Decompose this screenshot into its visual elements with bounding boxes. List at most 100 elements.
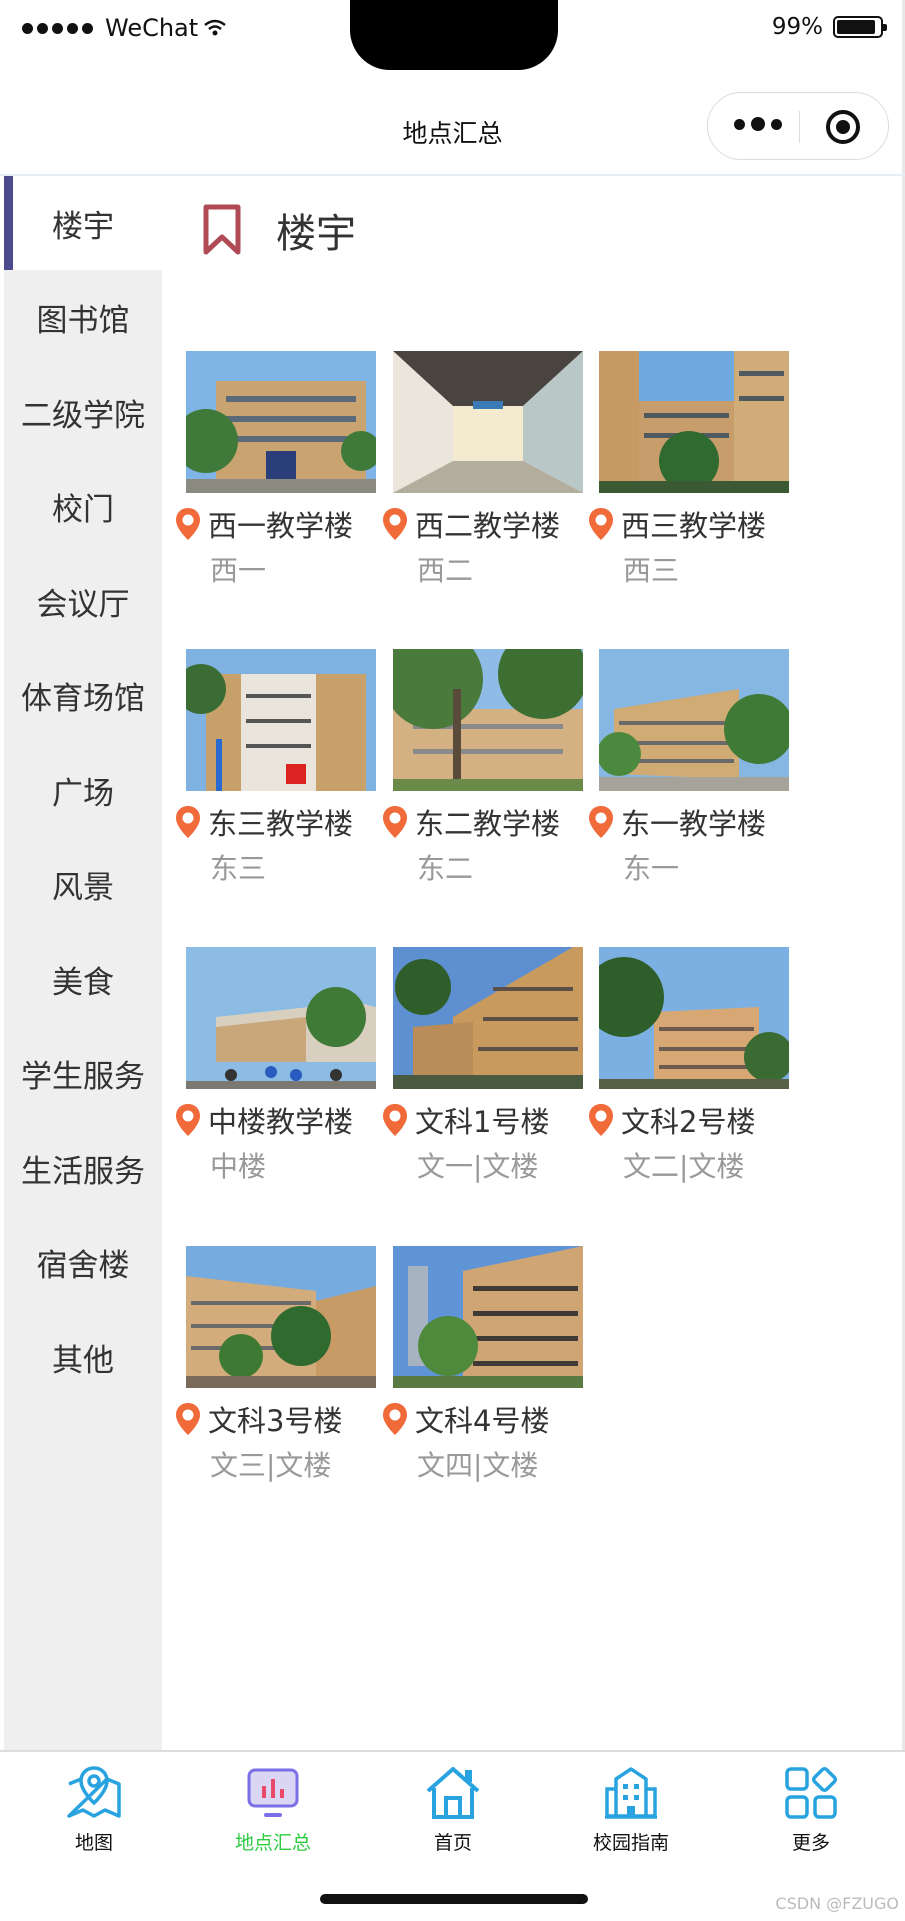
tab-label: 更多 [791,1832,830,1854]
tab-map[interactable]: 地图 [24,1764,164,1855]
place-alias: 西三 [623,554,680,587]
sidebar-item-label: 楼宇 [52,208,114,245]
sidebar-item-label: 其他 [52,1342,114,1379]
close-miniprogram-icon[interactable] [826,110,860,144]
place-photo[interactable] [186,1246,376,1388]
place-alias: 文三|文楼 [210,1449,332,1482]
tab-home[interactable]: 首页 [383,1764,523,1855]
place-name-row: 东一教学楼 [587,801,766,843]
location-pin-icon [589,508,613,540]
place-photo[interactable] [599,649,789,791]
place-alias: 东二 [417,852,474,885]
bookmark-icon [203,204,241,255]
place-card[interactable]: 文科3号楼 文三|文楼 [176,1246,376,1482]
place-name: 中楼教学楼 [208,1105,354,1139]
place-alias: 文一|文楼 [417,1150,539,1183]
place-alias: 文二|文楼 [623,1150,745,1183]
place-card[interactable]: 东一教学楼 东一 [589,649,789,885]
sidebar-item-other[interactable]: 其他 [4,1310,162,1404]
place-photo[interactable] [393,947,583,1089]
place-name: 西一教学楼 [208,509,354,543]
place-card[interactable]: 西二教学楼 西二 [383,351,583,587]
place-photo[interactable] [186,947,376,1089]
sidebar-item-life-services[interactable]: 生活服务 [4,1121,162,1215]
place-photo[interactable] [599,947,789,1089]
place-card[interactable]: 文科2号楼 文二|文楼 [589,947,789,1183]
sidebar-item-label: 校门 [52,491,114,528]
place-name: 文科1号楼 [415,1105,550,1139]
sidebar-item-scenery[interactable]: 风景 [4,837,162,931]
place-photo[interactable] [186,351,376,493]
place-name-row: 文科3号楼 [174,1398,342,1440]
watermark: CSDN @FZUGO [775,1894,899,1913]
sidebar-item-library[interactable]: 图书馆 [4,270,162,364]
sidebar-item-squares[interactable]: 广场 [4,743,162,837]
place-name-row: 西一教学楼 [174,503,353,545]
tab-more[interactable]: 更多 [741,1764,881,1855]
location-pin-icon [176,806,200,838]
battery-percent: 99% [771,14,823,40]
place-name: 西二教学楼 [415,509,561,543]
place-card[interactable]: 文科1号楼 文一|文楼 [383,947,583,1183]
sidebar-item-dormitories[interactable]: 宿舍楼 [4,1215,162,1309]
sidebar-item-sports[interactable]: 体育场馆 [4,648,162,742]
place-card[interactable]: 西三教学楼 西三 [589,351,789,587]
place-name-row: 东三教学楼 [174,801,353,843]
place-card[interactable]: 中楼教学楼 中楼 [176,947,376,1183]
place-name-row: 西二教学楼 [381,503,560,545]
place-card[interactable]: 东三教学楼 东三 [176,649,376,885]
place-name: 西三教学楼 [621,509,767,543]
place-name: 文科3号楼 [208,1404,343,1438]
sidebar-item-gates[interactable]: 校门 [4,459,162,553]
place-alias: 西二 [417,554,474,587]
sidebar-item-buildings[interactable]: 楼宇 [4,176,162,270]
sidebar-item-student-services[interactable]: 学生服务 [4,1026,162,1120]
place-alias: 东三 [210,852,267,885]
place-name: 文科2号楼 [621,1105,756,1139]
location-pin-icon [176,1403,200,1435]
place-photo[interactable] [393,351,583,493]
carrier-label: WeChat [105,14,199,42]
location-pin-icon [176,1104,200,1136]
place-photo[interactable] [599,351,789,493]
sidebar-item-label: 体育场馆 [21,680,145,717]
status-bar: WeChat 99% [0,0,905,70]
building-icon [605,1767,657,1819]
more-menu-icon[interactable] [734,117,782,131]
place-card[interactable]: 文科4号楼 文四|文楼 [383,1246,583,1482]
location-pin-icon [383,1403,407,1435]
place-photo[interactable] [393,649,583,791]
location-pin-icon [383,508,407,540]
location-pin-icon [589,1104,613,1136]
location-pin-icon [589,806,613,838]
sidebar-item-colleges[interactable]: 二级学院 [4,365,162,459]
place-card[interactable]: 西一教学楼 西一 [176,351,376,587]
home-indicator[interactable] [320,1894,588,1904]
chart-icon [247,1768,299,1817]
tab-places[interactable]: 地点汇总 [203,1764,343,1855]
section-header: 楼宇 [202,201,356,259]
place-alias: 西一 [210,554,267,587]
sidebar-item-halls[interactable]: 会议厅 [4,554,162,648]
sidebar-item-label: 风景 [52,869,114,906]
place-card[interactable]: 东二教学楼 东二 [383,649,583,885]
sidebar-item-label: 图书馆 [36,302,130,339]
place-name: 文科4号楼 [415,1404,550,1438]
place-name: 东三教学楼 [208,807,354,841]
tab-label: 首页 [433,1832,472,1854]
sidebar-item-label: 生活服务 [21,1153,145,1190]
carrier: WeChat [22,14,226,42]
sidebar-item-food[interactable]: 美食 [4,932,162,1026]
signal-icon [22,22,93,34]
place-photo[interactable] [186,649,376,791]
map-pin-icon [67,1766,121,1818]
sidebar-item-label: 宿舍楼 [36,1247,130,1284]
sidebar-item-label: 美食 [52,964,114,1001]
tab-campus-guide[interactable]: 校园指南 [561,1764,701,1855]
place-photo[interactable] [393,1246,583,1388]
battery-status: 99% [771,14,887,40]
place-alias: 中楼 [210,1150,267,1183]
tab-label: 地点汇总 [234,1832,311,1854]
location-pin-icon [383,806,407,838]
wifi-icon [204,19,226,36]
